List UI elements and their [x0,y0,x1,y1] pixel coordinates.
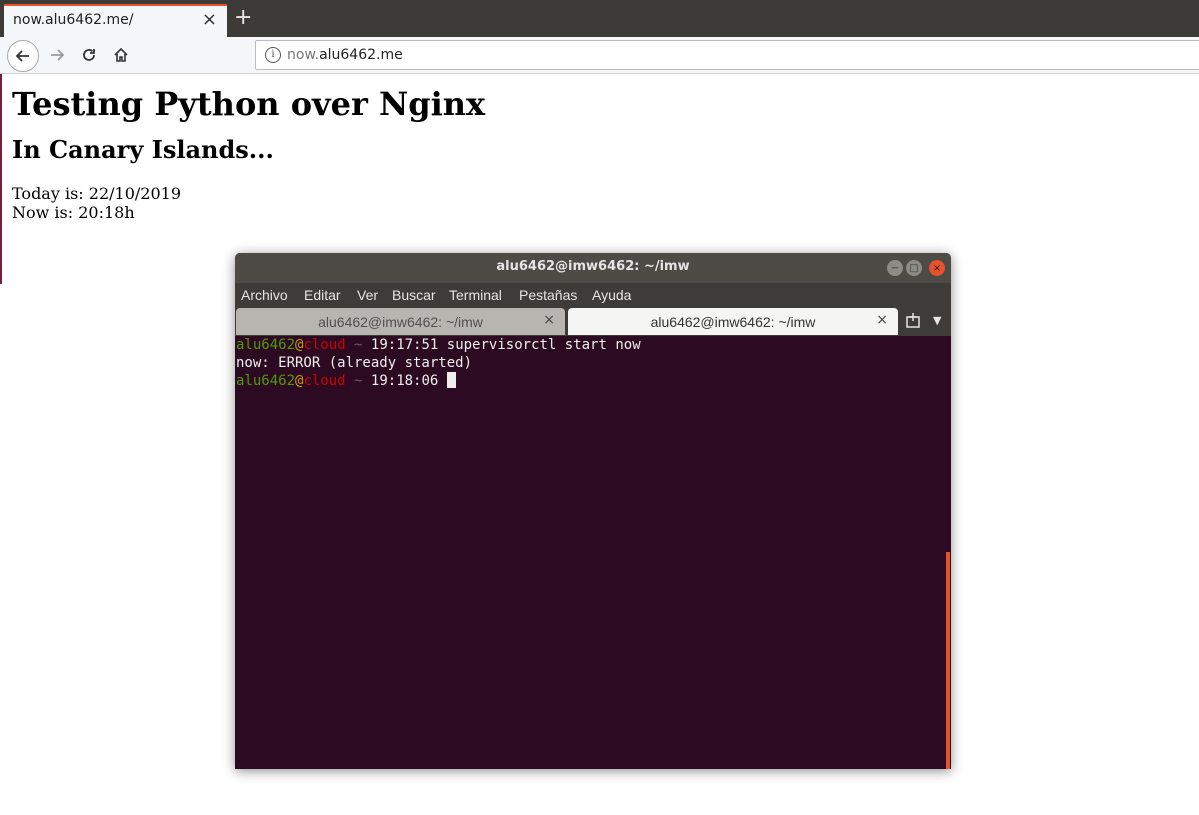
terminal-tab-active[interactable]: alu6462@imw6462: ~/imw × [568,308,898,335]
prompt-user: alu6462 [236,373,296,389]
prompt-user: alu6462 [236,337,296,353]
output-text: now: ERROR (already started) [236,355,473,371]
home-button[interactable] [108,42,134,68]
close-icon[interactable]: × [543,312,555,328]
page-title: Testing Python over Nginx [12,85,486,123]
terminal-line: alu6462@cloud ~ 19:17:51 supervisorctl s… [235,336,951,354]
terminal-line: alu6462@cloud ~ 19:18:06 [235,372,951,390]
close-tab-icon[interactable]: × [202,9,217,30]
menu-terminal[interactable]: Terminal [449,287,502,303]
terminal-tab-bar: alu6462@imw6462: ~/imw × alu6462@imw6462… [235,308,951,336]
prompt-host: cloud [303,373,346,389]
reload-button[interactable] [76,42,102,68]
prompt-host: cloud [303,337,346,353]
menu-archivo[interactable]: Archivo [241,287,288,303]
terminal-line: now: ERROR (already started) [235,354,951,372]
url-prefix: now. [287,47,320,63]
menu-pestanas[interactable]: Pestañas [519,287,577,303]
scrollbar[interactable] [946,552,950,769]
command-text [438,373,446,389]
terminal-window[interactable]: alu6462@imw6462: ~/imw − □ × Archivo Edi… [235,253,951,769]
back-button[interactable] [7,40,39,72]
prompt-dir: ~ [345,337,371,353]
maximize-icon: □ [909,262,919,274]
terminal-title: alu6462@imw6462: ~/imw [496,259,690,274]
text-cursor [446,372,456,388]
browser-tab-bar: now.alu6462.me/ × + [0,0,1199,37]
close-icon[interactable]: × [876,312,888,328]
reload-icon [83,49,95,61]
url-bar[interactable]: i now.alu6462.me [255,40,1199,70]
command-text: supervisorctl start now [438,337,641,353]
menu-editar[interactable]: Editar [304,287,341,303]
menu-buscar[interactable]: Buscar [392,287,436,303]
browser-tab-title: now.alu6462.me/ [13,12,134,28]
url-domain: alu6462.me [319,47,403,63]
info-icon[interactable]: i [265,47,281,63]
date-text: Today is: 22/10/2019 [12,184,181,203]
terminal-menubar: Archivo Editar Ver Buscar Terminal Pesta… [235,283,951,308]
terminal-tab-label: alu6462@imw6462: ~/imw [318,314,483,330]
prompt-dir: ~ [345,373,371,389]
prompt-time: 19:18:06 [370,373,439,389]
arrow-right-icon [51,49,65,61]
page-subtitle: In Canary Islands... [12,135,274,164]
new-tab-icon [906,313,920,328]
menu-ayuda[interactable]: Ayuda [592,287,631,303]
url-text: now.alu6462.me [287,47,403,63]
terminal-output[interactable]: alu6462@cloud ~ 19:17:51 supervisorctl s… [235,336,951,769]
browser-nav-bar: i now.alu6462.me [0,37,1199,74]
prompt-time: 19:17:51 [370,337,439,353]
forward-button[interactable] [44,42,70,68]
new-tab-button[interactable]: + [234,4,252,32]
maximize-button[interactable]: □ [906,260,922,276]
close-icon: × [932,262,942,274]
page-content: Testing Python over Nginx In Canary Isla… [12,84,485,222]
minimize-icon: − [890,262,900,274]
page-edge-marker [0,74,2,284]
home-icon [114,47,128,62]
menu-ver[interactable]: Ver [357,287,378,303]
terminal-titlebar[interactable]: alu6462@imw6462: ~/imw − □ × [235,253,951,283]
new-terminal-tab-button[interactable] [905,312,923,330]
chevron-down-icon[interactable]: ▼ [933,314,941,327]
close-button[interactable]: × [929,260,945,276]
terminal-tab[interactable]: alu6462@imw6462: ~/imw × [236,308,565,335]
browser-tab[interactable]: now.alu6462.me/ × [4,4,227,37]
time-text: Now is: 20:18h [12,203,135,222]
terminal-tab-label: alu6462@imw6462: ~/imw [650,314,816,330]
minimize-button[interactable]: − [887,260,903,276]
arrow-left-icon [15,50,29,62]
